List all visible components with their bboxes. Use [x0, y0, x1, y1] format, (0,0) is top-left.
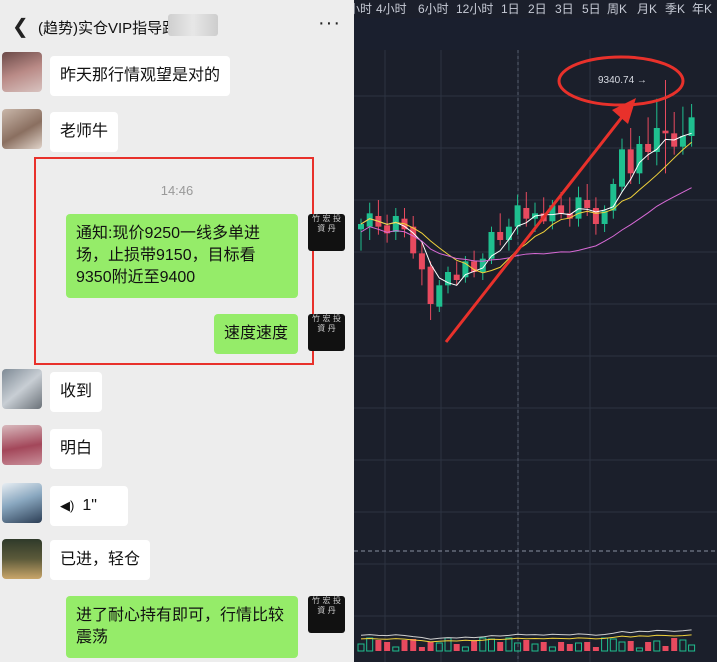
candle-body	[584, 200, 591, 208]
message-bubble[interactable]: 速度速度	[214, 314, 299, 354]
volume-bar	[366, 637, 374, 652]
avatar[interactable]	[2, 425, 42, 465]
message-bubble[interactable]: 进了耐心持有即可，行情比较震荡	[66, 596, 298, 658]
message-bubble[interactable]: 通知:现价9250一线多单进场，止损带9150，目标看9350附近至9400	[66, 214, 298, 298]
candle-body	[645, 144, 652, 152]
volume-bar	[645, 642, 652, 651]
candle-body	[505, 226, 512, 240]
annotation-arrow	[444, 111, 628, 343]
price-label: 9340.74 →	[598, 75, 647, 86]
volume-bar	[497, 642, 504, 651]
avatar[interactable]: 竹 宏 投 資 丹	[308, 314, 345, 351]
avatar[interactable]: 竹 宏 投 資 丹	[308, 596, 345, 633]
volume-bar	[375, 640, 382, 651]
volume-bar	[427, 642, 434, 651]
volume-bar	[401, 640, 408, 651]
volume-bar	[653, 640, 661, 652]
more-icon[interactable]: ···	[318, 12, 341, 35]
volume-bar	[357, 643, 365, 652]
candle-body	[418, 253, 425, 270]
volume-bar	[384, 642, 391, 651]
volume-bar	[531, 643, 539, 652]
avatar[interactable]	[2, 52, 42, 92]
volume-bar	[444, 637, 452, 652]
candle-body	[427, 266, 434, 304]
candle-body	[453, 274, 460, 280]
volume-bar	[410, 639, 417, 651]
back-icon[interactable]: ❮	[12, 14, 29, 39]
candle-body	[636, 144, 643, 174]
annotation-arrowhead	[612, 98, 636, 124]
volume-bar	[558, 642, 565, 651]
volume-bar	[592, 647, 599, 651]
candle-body	[688, 117, 695, 136]
message-bubble[interactable]: 已进，轻仓	[50, 540, 151, 580]
volume-bar	[584, 642, 591, 651]
message-bubble[interactable]: 老师牛	[50, 112, 119, 152]
voice-message-bubble[interactable]: ◀) 1"	[50, 486, 128, 526]
candle-body	[592, 208, 599, 224]
candle-body	[436, 285, 443, 307]
voice-duration: 1"	[82, 497, 97, 514]
candle-body	[558, 205, 565, 214]
volume-bar	[627, 641, 634, 651]
volume-bar	[461, 646, 469, 652]
avatar[interactable]	[2, 539, 42, 579]
candle-body	[410, 226, 417, 254]
candle-body	[653, 128, 660, 152]
volume-bar	[418, 647, 425, 651]
volume-bar	[453, 644, 460, 651]
chat-header: ❮ (趋势)实仓VIP指导距 ···	[0, 0, 354, 50]
volume-bar	[471, 640, 478, 651]
volume-bar	[671, 638, 678, 651]
blurred-member-count	[168, 14, 218, 36]
avatar[interactable]: 竹 宏 投 資 丹	[308, 214, 345, 251]
voice-icon: ◀)	[60, 498, 75, 513]
volume-bar	[601, 637, 609, 652]
volume-bar	[488, 638, 495, 652]
candlestick-plot[interactable]: 9340.74 →	[354, 0, 717, 662]
message-timestamp: 14:46	[160, 183, 194, 198]
candle-body	[662, 130, 669, 134]
message-bubble[interactable]: 昨天那行情观望是对的	[50, 56, 231, 96]
candle-body	[627, 149, 634, 174]
candle-body	[679, 136, 686, 147]
volume-bar	[566, 644, 573, 651]
chat-panel: ❮ (趋势)实仓VIP指导距 ··· 昨天那行情观望是对的 老师牛 14:46 …	[0, 0, 354, 662]
volume-bar	[688, 644, 696, 652]
candle-body	[514, 205, 521, 227]
kline-chart[interactable]: 小时 4小时 6小时 12小时 1日 2日 3日 5日 周K 月K 季K 年K 9340.74 →	[354, 0, 717, 662]
volume-bar	[540, 642, 547, 651]
volume-bar	[679, 639, 687, 652]
candle-body	[358, 224, 364, 230]
candle-body	[392, 216, 399, 232]
volume-bar	[505, 637, 513, 652]
candle-body	[497, 232, 504, 240]
volume-bar	[635, 647, 643, 652]
volume-bar	[575, 642, 582, 652]
chat-title: (趋势)实仓VIP指导距	[38, 20, 178, 37]
volume-bar	[662, 646, 669, 651]
candle-body	[523, 208, 530, 219]
indicator-line	[360, 629, 692, 640]
volume-bar	[609, 638, 617, 652]
volume-bar	[523, 640, 530, 651]
volume-bar	[392, 646, 400, 652]
candle-body	[619, 149, 625, 187]
volume-bar	[618, 641, 626, 652]
message-bubble[interactable]: 明白	[50, 429, 103, 469]
volume-bar	[548, 646, 556, 652]
avatar[interactable]	[2, 369, 42, 409]
message-bubble[interactable]: 收到	[50, 372, 103, 412]
avatar[interactable]	[2, 483, 42, 523]
candle-body	[575, 197, 582, 219]
avatar[interactable]	[2, 109, 42, 149]
